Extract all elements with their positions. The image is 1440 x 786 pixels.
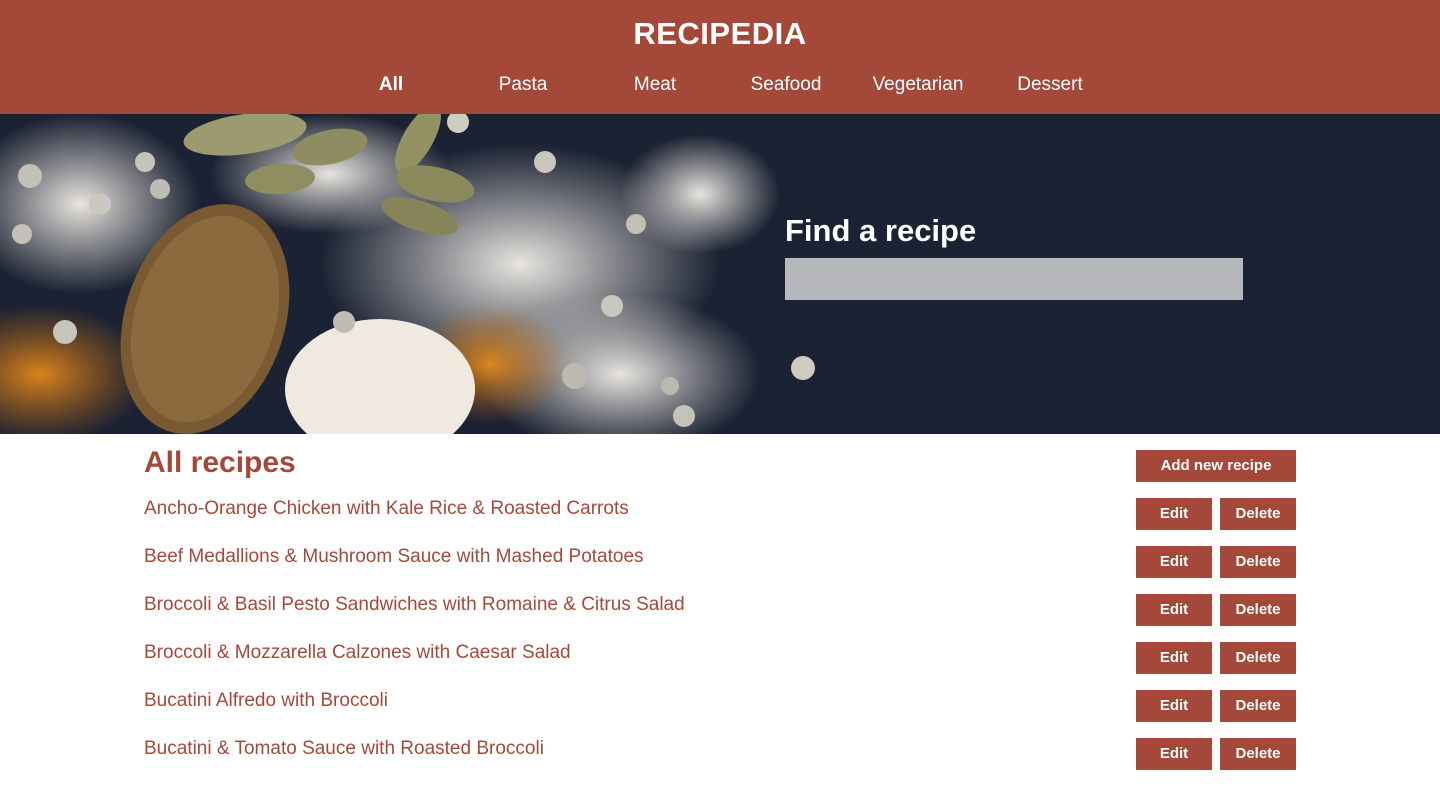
site-header: RECIPEDIA All Pasta Meat Seafood Vegetar…: [0, 0, 1440, 114]
add-new-recipe-button[interactable]: Add new recipe: [1136, 450, 1296, 482]
delete-button[interactable]: Delete: [1220, 594, 1296, 626]
delete-button[interactable]: Delete: [1220, 498, 1296, 530]
recipe-row: Broccoli & Mozzarella Calzones with Caes…: [0, 642, 1440, 690]
recipe-link[interactable]: Bucatini & Tomato Sauce with Roasted Bro…: [144, 738, 544, 760]
edit-button[interactable]: Edit: [1136, 738, 1212, 770]
edit-button[interactable]: Edit: [1136, 546, 1212, 578]
recipe-link[interactable]: Bucatini Alfredo with Broccoli: [144, 690, 388, 712]
edit-button[interactable]: Edit: [1136, 690, 1212, 722]
recipe-link[interactable]: Ancho-Orange Chicken with Kale Rice & Ro…: [144, 498, 629, 520]
edit-button[interactable]: Edit: [1136, 642, 1212, 674]
recipe-link[interactable]: Beef Medallions & Mushroom Sauce with Ma…: [144, 546, 644, 568]
category-nav: All Pasta Meat Seafood Vegetarian Desser…: [0, 74, 1440, 102]
nav-item-all[interactable]: All: [325, 74, 457, 96]
recipe-search-input[interactable]: [785, 258, 1243, 300]
site-title[interactable]: RECIPEDIA: [0, 16, 1440, 52]
search-title: Find a recipe: [785, 213, 977, 248]
delete-button[interactable]: Delete: [1220, 738, 1296, 770]
nav-item-vegetarian[interactable]: Vegetarian: [852, 74, 984, 96]
recipes-section: All recipes Add new recipe Ancho-Orange …: [0, 434, 1440, 785]
recipe-row: Ancho-Orange Chicken with Kale Rice & Ro…: [0, 498, 1440, 546]
delete-button[interactable]: Delete: [1220, 642, 1296, 674]
edit-button[interactable]: Edit: [1136, 594, 1212, 626]
recipe-link[interactable]: Broccoli & Basil Pesto Sandwiches with R…: [144, 594, 685, 616]
section-title: All recipes: [144, 446, 296, 479]
recipe-row: Bucatini Alfredo with Broccoli Edit Dele…: [0, 690, 1440, 738]
recipe-link[interactable]: Broccoli & Mozzarella Calzones with Caes…: [144, 642, 571, 664]
delete-button[interactable]: Delete: [1220, 690, 1296, 722]
recipe-row: Broccoli & Basil Pesto Sandwiches with R…: [0, 594, 1440, 642]
nav-item-seafood[interactable]: Seafood: [720, 74, 852, 96]
hero-banner: Find a recipe: [0, 114, 1440, 434]
nav-item-dessert[interactable]: Dessert: [984, 74, 1116, 96]
nav-item-pasta[interactable]: Pasta: [457, 74, 589, 96]
recipe-row: Bucatini & Tomato Sauce with Roasted Bro…: [0, 738, 1440, 786]
nav-item-meat[interactable]: Meat: [589, 74, 721, 96]
delete-button[interactable]: Delete: [1220, 546, 1296, 578]
recipe-row: Beef Medallions & Mushroom Sauce with Ma…: [0, 546, 1440, 594]
edit-button[interactable]: Edit: [1136, 498, 1212, 530]
